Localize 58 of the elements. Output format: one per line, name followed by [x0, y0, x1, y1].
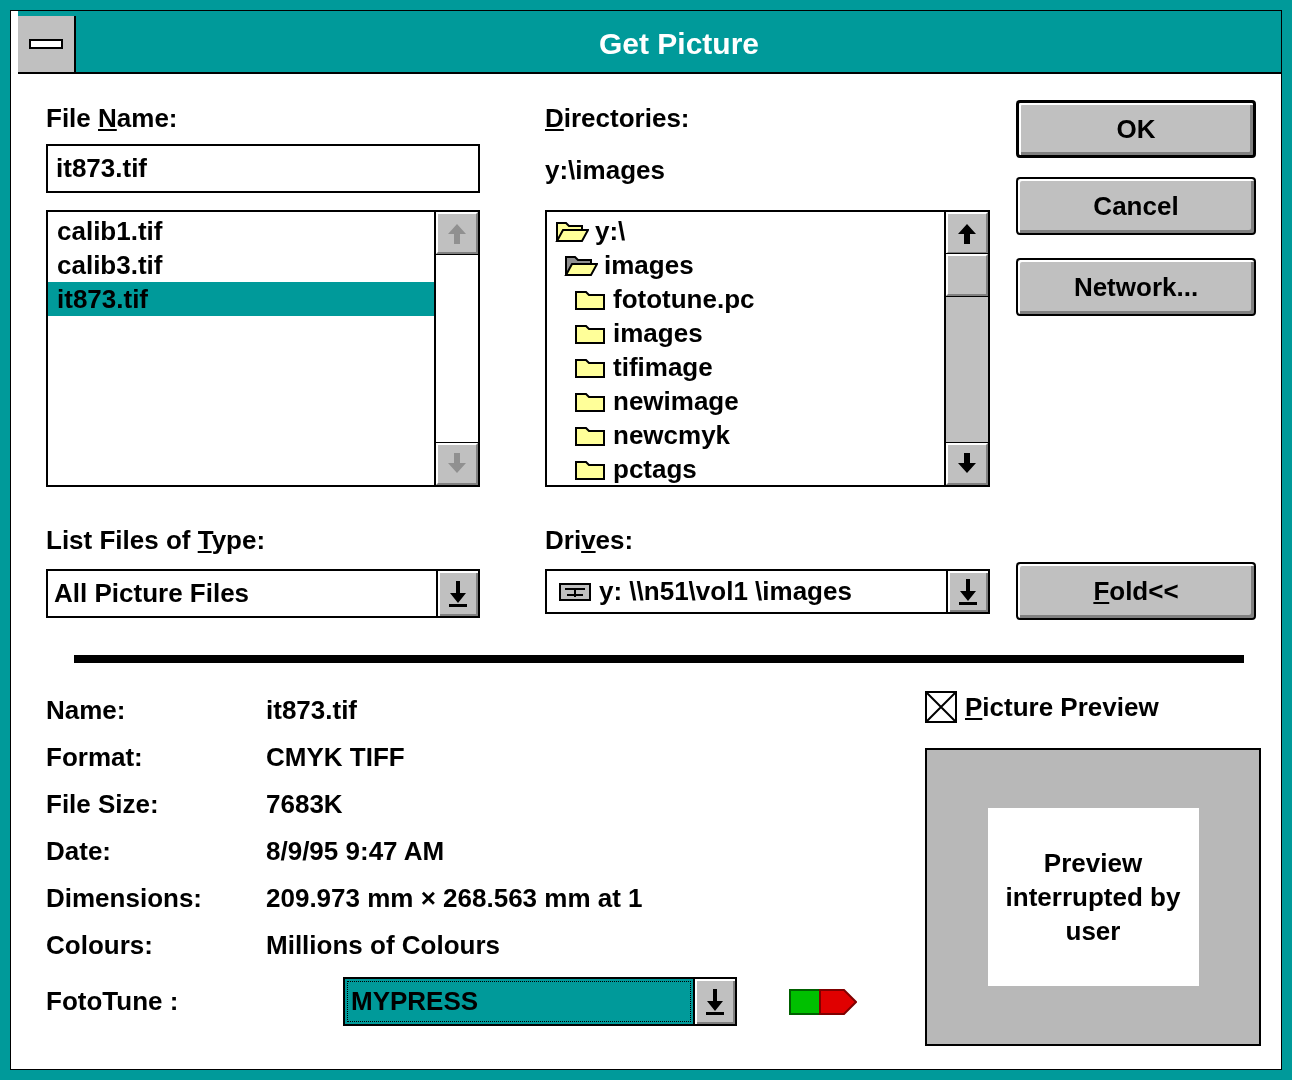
fototune-label: FotoTune :: [46, 986, 180, 1017]
directory-item[interactable]: tifimage: [573, 350, 944, 384]
info-label: Date:: [46, 836, 111, 867]
checkbox-label[interactable]: Picture Preview: [965, 691, 1159, 723]
info-label: File Size:: [46, 789, 159, 820]
scroll-down-button[interactable]: [946, 443, 988, 485]
info-value: Millions of Colours: [266, 930, 500, 961]
directory-item[interactable]: y:\: [555, 214, 944, 248]
field-label: Drives:: [545, 524, 634, 557]
directory-item[interactable]: images: [564, 248, 944, 282]
directory-item[interactable]: newcmyk: [573, 418, 944, 452]
open-folder-icon: [555, 219, 589, 243]
up-arrow-icon: [448, 222, 466, 244]
system-menu-button[interactable]: [18, 16, 76, 72]
scroll-thumb[interactable]: [946, 254, 988, 296]
dialog-button[interactable]: Network...: [1016, 258, 1256, 316]
directory-item[interactable]: newimage: [573, 384, 944, 418]
down-arrow-icon: [448, 453, 466, 475]
fold-button[interactable]: Fold<<: [1016, 562, 1256, 620]
info-value: 7683K: [266, 789, 343, 820]
drives-dropdown[interactable]: y: \\n51\vol1 \images: [545, 569, 990, 614]
info-value: CMYK TIFF: [266, 742, 405, 773]
fototune-dropdown[interactable]: MYPRESS: [343, 977, 737, 1026]
info-label: Format:: [46, 742, 143, 773]
down-arrow-icon: [448, 580, 468, 607]
current-path: y:\images: [545, 154, 665, 187]
info-label: Dimensions:: [46, 883, 203, 914]
directory-item[interactable]: fototune.pc: [573, 282, 944, 316]
field-label: List Files of Type:: [46, 524, 266, 557]
info-label: Name:: [46, 695, 126, 726]
info-value: 8/9/95 9:47 AM: [266, 836, 445, 867]
file-item[interactable]: calib1.tif: [48, 214, 434, 248]
field-label: Directories:: [545, 102, 690, 135]
directory-item[interactable]: pctags: [573, 452, 944, 485]
up-arrow-icon: [958, 222, 976, 244]
info-value: 209.973 mm × 268.563 mm at 1: [266, 883, 643, 914]
file-type-dropdown[interactable]: All Picture Files: [46, 569, 480, 618]
scroll-up-button[interactable]: [946, 212, 988, 254]
directory-item[interactable]: images: [573, 316, 944, 350]
open-folder-icon: [564, 253, 598, 277]
dash-icon: [29, 39, 63, 49]
scrollbar[interactable]: [944, 212, 988, 485]
field-label: File Name:: [46, 102, 178, 135]
window-title: Get Picture: [597, 26, 761, 62]
info-label: Colours:: [46, 930, 153, 961]
file-item[interactable]: calib3.tif: [48, 248, 434, 282]
file-name-field[interactable]: it873.tif: [46, 144, 480, 193]
info-value: it873.tif: [266, 695, 358, 726]
dialog-button[interactable]: Cancel: [1016, 177, 1256, 235]
dialog-button[interactable]: OK: [1016, 100, 1256, 158]
file-item[interactable]: it873.tif: [48, 282, 434, 316]
down-arrow-icon: [705, 988, 725, 1015]
down-arrow-icon: [958, 453, 976, 475]
arrow-tag-icon[interactable]: [789, 988, 857, 1015]
network-drive-icon: [559, 582, 591, 601]
checkbox[interactable]: [925, 691, 957, 723]
down-arrow-icon: [958, 578, 978, 605]
preview-message: Preview interrupted by user: [1004, 847, 1182, 948]
